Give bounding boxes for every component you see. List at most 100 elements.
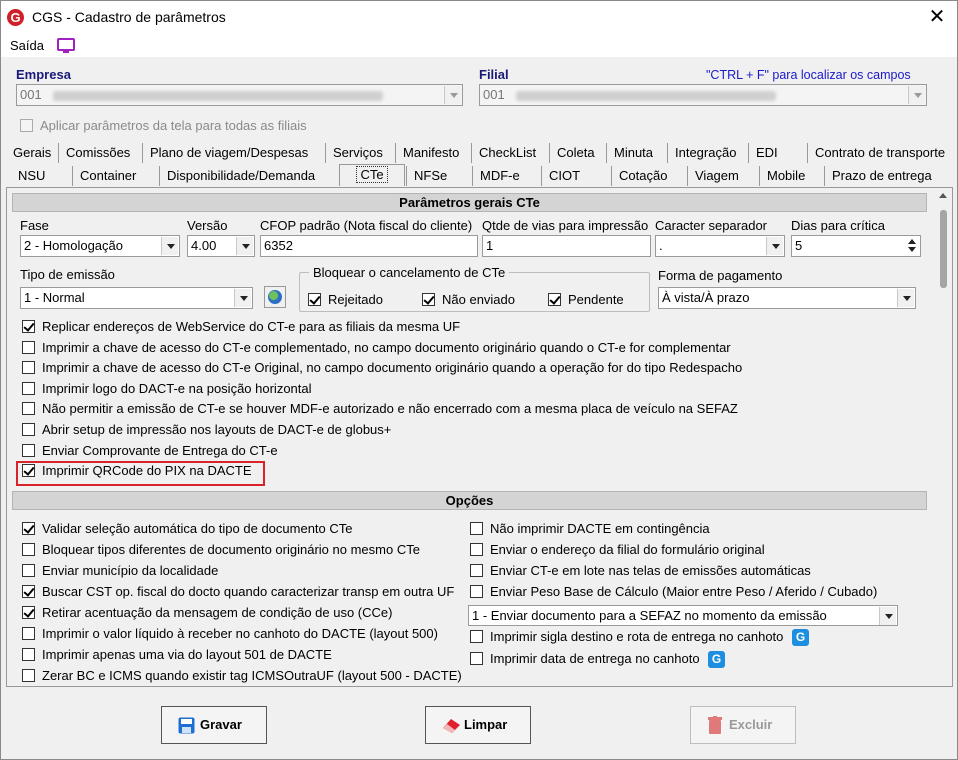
tab-minuta[interactable]: Minuta <box>606 143 660 163</box>
tab-ciot[interactable]: CIOT <box>541 166 587 186</box>
vertical-scrollbar[interactable] <box>935 188 952 686</box>
gravar-label: Gravar <box>200 717 242 732</box>
aplicar-todas-checkbox[interactable] <box>20 119 33 132</box>
tab-container[interactable]: Container <box>72 166 143 186</box>
gerais-checks-checkbox[interactable] <box>22 361 35 375</box>
g-info-icon[interactable]: G <box>708 651 725 668</box>
opcoes-right-checkbox[interactable] <box>470 543 483 556</box>
opcoes-right-bottom-checkbox[interactable] <box>470 630 483 643</box>
qtde-vias-input[interactable]: 1 <box>482 235 651 257</box>
opcoes-right-checkbox[interactable] <box>470 585 483 598</box>
tab-comissoes[interactable]: Comissões <box>58 143 137 163</box>
tab-manifesto[interactable]: Manifesto <box>395 143 466 163</box>
gerais-checks-checkbox[interactable] <box>22 381 35 395</box>
fase-select[interactable]: 2 - Homologação <box>20 235 180 257</box>
close-icon[interactable]: ✕ <box>927 6 947 28</box>
tab-nfse[interactable]: NFSe <box>406 166 454 186</box>
globe-icon[interactable] <box>264 286 286 308</box>
tab-nsu[interactable]: NSU <box>11 166 52 186</box>
gerais-checks-checkbox[interactable] <box>22 402 35 416</box>
chevron-down-icon[interactable] <box>908 86 925 104</box>
opcoes-left-checkbox[interactable] <box>22 627 35 640</box>
opcoes-left-checkbox[interactable] <box>22 606 35 619</box>
chevron-down-icon[interactable] <box>897 289 914 307</box>
opcoes-left-checkbox[interactable] <box>22 564 35 577</box>
opcoes-left-checkbox[interactable] <box>22 648 35 661</box>
forma-pagamento-select[interactable]: À vista/À prazo <box>658 287 916 309</box>
menu-saida[interactable]: Saída <box>10 38 44 53</box>
aplicar-todas-label: Aplicar parâmetros da tela para todas as… <box>40 118 307 133</box>
gravar-button[interactable]: Gravar <box>161 706 267 744</box>
cfop-input[interactable]: 6352 <box>260 235 478 257</box>
scroll-thumb[interactable] <box>940 210 947 288</box>
forma-pagamento-value: À vista/À prazo <box>662 290 750 305</box>
tab-prazo-entrega[interactable]: Prazo de entrega <box>824 166 939 186</box>
tab-mobile[interactable]: Mobile <box>759 166 812 186</box>
empresa-select[interactable]: 001 <box>16 84 463 106</box>
opcoes-left-checkbox[interactable] <box>22 585 35 598</box>
tab-row-1: Gerais Comissões Plano de viagem/Despesa… <box>6 143 954 164</box>
versao-value: 4.00 <box>191 238 217 253</box>
envio-select[interactable]: 1 - Enviar documento para a SEFAZ no mom… <box>468 605 898 626</box>
gerais-checks-label: Replicar endereços de WebService do CT-e… <box>42 319 461 334</box>
opcoes-right-checkbox[interactable] <box>470 522 483 535</box>
rejeitado-checkbox[interactable] <box>308 293 321 306</box>
tab-checklist[interactable]: CheckList <box>471 143 543 163</box>
search-hint: "CTRL + F" para localizar os campos <box>706 68 911 82</box>
scroll-up-icon[interactable] <box>939 193 947 198</box>
gerais-checks-checkbox[interactable] <box>22 340 35 354</box>
chevron-down-icon[interactable] <box>236 237 253 255</box>
gerais-checks-checkbox[interactable] <box>22 320 35 333</box>
tab-plano-viagem[interactable]: Plano de viagem/Despesas <box>142 143 315 163</box>
tipo-emissao-label: Tipo de emissão <box>20 267 115 282</box>
separador-select[interactable]: . <box>655 235 785 257</box>
tab-viagem[interactable]: Viagem <box>687 166 746 186</box>
chevron-down-icon[interactable] <box>234 289 251 307</box>
tab-cte[interactable]: CTe <box>339 164 405 186</box>
opcoes-right-label: Enviar CT-e em lote nas telas de emissõe… <box>490 563 811 578</box>
spinner-icon[interactable] <box>906 238 918 254</box>
section-opcoes: Opções <box>12 491 927 510</box>
forma-pagamento-label: Forma de pagamento <box>658 268 783 283</box>
filial-select[interactable]: 001 <box>479 84 927 106</box>
opcoes-right-label: Não imprimir DACTE em contingência <box>490 521 710 536</box>
tab-mdfe[interactable]: MDF-e <box>472 166 527 186</box>
gerais-checks-checkbox[interactable] <box>22 423 35 436</box>
tab-integracao[interactable]: Integração <box>667 143 743 163</box>
opcoes-left-checkbox[interactable] <box>22 669 35 682</box>
main-window: G CGS - Cadastro de parâmetros ✕ Saída E… <box>0 0 958 760</box>
opcoes-left-checkbox[interactable] <box>22 522 35 535</box>
tab-coleta[interactable]: Coleta <box>549 143 602 163</box>
chevron-down-icon[interactable] <box>766 237 783 255</box>
excluir-button[interactable]: Excluir <box>690 706 796 744</box>
pendente-checkbox[interactable] <box>548 293 561 306</box>
opcoes-right-checkbox[interactable] <box>470 564 483 577</box>
tab-gerais[interactable]: Gerais <box>6 143 58 163</box>
nao-enviado-checkbox[interactable] <box>422 293 435 306</box>
highlight-box <box>16 461 265 486</box>
tab-cte-label: CTe <box>356 166 388 183</box>
menu-bar: Saída <box>1 33 957 57</box>
monitor-icon[interactable] <box>57 38 75 53</box>
chevron-down-icon[interactable] <box>879 607 896 625</box>
window-title: CGS - Cadastro de parâmetros <box>32 9 226 25</box>
chevron-down-icon[interactable] <box>161 237 178 255</box>
opcoes-left-checkbox[interactable] <box>22 543 35 556</box>
gerais-checks-label: Abrir setup de impressão nos layouts de … <box>42 422 392 437</box>
tab-cotacao[interactable]: Cotação <box>611 166 674 186</box>
opcoes-left-label: Enviar município da localidade <box>42 563 219 578</box>
tab-contrato[interactable]: Contrato de transporte <box>807 143 952 163</box>
tab-edi[interactable]: EDI <box>748 143 785 163</box>
tab-disponibilidade[interactable]: Disponibilidade/Demanda <box>159 166 322 186</box>
opcoes-right-bottom-label: Imprimir sigla destino e rota de entrega… <box>490 629 784 644</box>
opcoes-right-bottom-checkbox[interactable] <box>470 652 483 665</box>
chevron-down-icon[interactable] <box>444 86 461 104</box>
g-info-icon[interactable]: G <box>792 629 809 646</box>
gerais-checks-label: Imprimir a chave de acesso do CT-e Origi… <box>42 360 743 376</box>
limpar-button[interactable]: Limpar <box>425 706 531 744</box>
tab-servicos[interactable]: Serviços <box>325 143 390 163</box>
tipo-emissao-select[interactable]: 1 - Normal <box>20 287 253 309</box>
dias-critica-input[interactable]: 5 <box>791 235 921 257</box>
gerais-checks-checkbox[interactable] <box>22 443 35 457</box>
versao-select[interactable]: 4.00 <box>187 235 255 257</box>
